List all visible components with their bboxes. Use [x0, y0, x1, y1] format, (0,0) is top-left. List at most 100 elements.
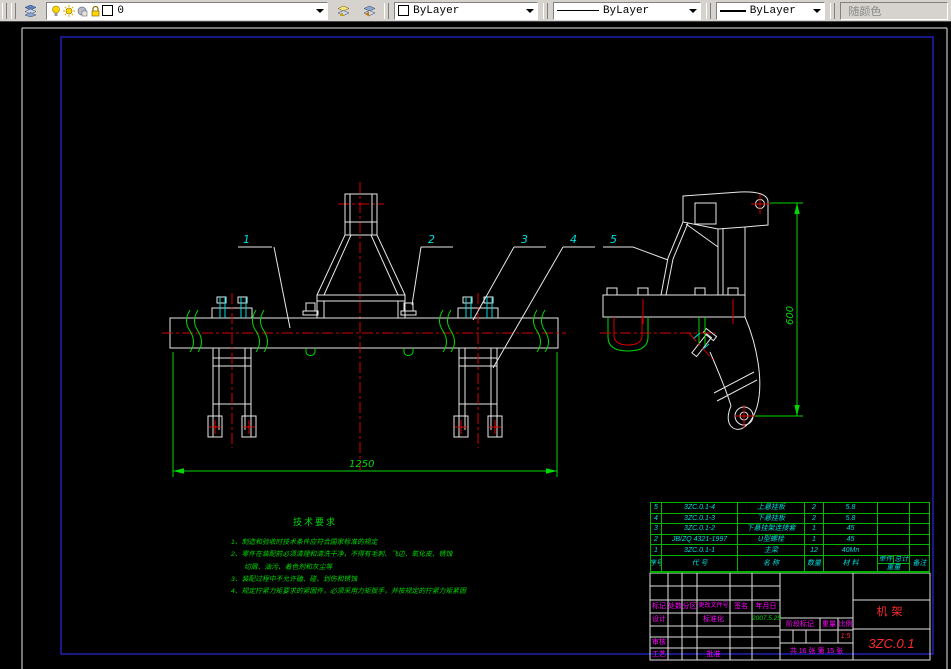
layer-previous-icon — [363, 5, 375, 17]
lineweight-combo[interactable]: ByLayer — [715, 1, 826, 20]
bom-cell: 主梁 — [738, 545, 805, 556]
bom-cell — [878, 545, 910, 556]
tb-review: 审核 — [652, 639, 666, 646]
make-object-layer-current-button[interactable] — [332, 0, 356, 21]
dropdown-arrow-icon[interactable] — [526, 8, 535, 13]
tb-scale-value: 1:5 — [840, 633, 851, 640]
linetype-value: ByLayer — [602, 4, 650, 17]
bom-cell — [910, 535, 929, 546]
color-swatch — [398, 5, 410, 16]
linetype-combo[interactable]: ByLayer — [552, 1, 701, 20]
layer-previous-button[interactable] — [357, 0, 382, 21]
color-value: ByLayer — [413, 4, 460, 17]
dropdown-arrow-icon[interactable] — [316, 8, 325, 13]
dim-length-text: 1250 — [349, 459, 374, 470]
bom-cell: 上悬挂板 — [738, 503, 805, 514]
bom-cell: 5 — [651, 503, 662, 514]
bom-cell: U型螺栓 — [738, 534, 805, 546]
bom-cell — [910, 503, 929, 514]
bom-cell: 5.8 — [824, 503, 878, 514]
bom-header-no: 序号 — [651, 555, 662, 572]
bom-cell: 1 — [651, 545, 662, 556]
layer-color-swatch — [102, 5, 114, 16]
callout-4: 4 — [570, 233, 577, 246]
bom-cell: JB/ZQ 4321-1997 — [662, 534, 738, 546]
layer-combo[interactable]: 0 — [46, 1, 329, 20]
bulb-icon — [50, 5, 62, 17]
dropdown-arrow-icon[interactable] — [813, 8, 822, 13]
side-view — [600, 191, 770, 430]
callout-3: 3 — [521, 233, 528, 246]
lineweight-sample — [719, 9, 746, 12]
tb-process: 工艺 — [652, 651, 666, 658]
tech-line: 1、制造和验收时技术条件应符合国家标准的规定 — [231, 539, 378, 547]
dimension-600: 600 — [750, 202, 803, 417]
bom-header-material: 材 料 — [824, 555, 878, 572]
bom-cell — [878, 534, 910, 546]
mast-ubolt-right — [400, 302, 417, 316]
dimension-1250: 1250 — [172, 352, 558, 477]
tb-date-col: 年月日 — [755, 603, 777, 610]
toolbar-grip[interactable] — [2, 2, 7, 19]
toolbar: 0 ByLayer ByLayer ByLayer 随颜色 — [0, 0, 951, 22]
layer-name: 0 — [117, 4, 124, 17]
callout-2: 2 — [428, 233, 435, 246]
bom-cell — [910, 545, 929, 556]
bom-cell: 3ZC.0.1-2 — [662, 524, 738, 535]
bom-cell: 2 — [805, 513, 824, 525]
plot-style-value: 随颜色 — [848, 6, 882, 19]
toolbar-grip[interactable] — [384, 2, 390, 19]
lineweight-value: ByLayer — [749, 4, 796, 17]
toolbar-grip[interactable] — [830, 2, 836, 19]
suspension-bracket-left — [207, 293, 257, 448]
bom-cell — [878, 513, 910, 525]
technical-requirements: 技术要求 1、制造和验收时技术条件应符合国家标准的规定 2、零件在装配前必须清理… — [231, 516, 471, 598]
tech-line: 2、零件在装配前必须清理和清洗干净，不得有毛刺、飞边、氧化皮、锈蚀 — [231, 551, 453, 559]
bom-cell: 3 — [651, 524, 662, 535]
bom-header-weight-single: 单件 — [878, 555, 894, 563]
bom-cell: 下悬挂架连接套 — [738, 524, 805, 535]
tb-weight: 重量 — [822, 621, 836, 628]
bom-cell: 45 — [824, 534, 878, 546]
bom-cell: 3ZC.0.1-4 — [662, 503, 738, 514]
hitch-mast — [316, 193, 406, 319]
layer-properties-button[interactable] — [18, 0, 43, 21]
bom-cell — [878, 503, 910, 514]
lock-icon — [89, 5, 101, 17]
tb-zone: 分区 — [682, 603, 697, 610]
toolbar-grip[interactable] — [705, 2, 711, 19]
bom-cell: 4 — [651, 513, 662, 525]
tech-title: 技术要求 — [293, 517, 338, 527]
bom-cell: 45 — [824, 524, 878, 535]
bom-header-weight: 单件 总计 重量 — [878, 555, 910, 572]
tb-date: 2007.5.25 — [752, 615, 781, 622]
tb-sheet-info: 共 16 张 第 15 张 — [789, 648, 844, 655]
tb-stage: 阶段标记 — [786, 621, 814, 628]
bom-header-remark: 备注 — [910, 556, 929, 572]
bom-header-weight-label: 重量 — [886, 563, 901, 571]
cad-application: { "toolbar": { "layer_name": "0", "color… — [0, 0, 951, 669]
toolbar-grip[interactable] — [543, 2, 548, 19]
toolbar-grip[interactable] — [10, 2, 16, 19]
bom-cell: 12 — [805, 545, 824, 556]
callout-1: 1 — [243, 233, 250, 246]
suspension-bracket-right — [453, 293, 503, 448]
bom-cell: 2 — [805, 503, 824, 514]
bom-cell: 1 — [805, 534, 824, 546]
bom-cell: 40Mn — [824, 545, 878, 556]
bom-cell: 1 — [805, 524, 824, 535]
bom-cell: 5.8 — [824, 513, 878, 525]
tb-mark: 标记 — [652, 603, 666, 610]
tb-scale: 比例 — [838, 621, 853, 628]
color-combo[interactable]: ByLayer — [394, 1, 539, 20]
mast-ubolt-left — [302, 302, 319, 316]
layers-icon — [24, 4, 37, 17]
bom-cell — [910, 524, 929, 535]
bom-table: 5 3ZC.0.1-4 上悬挂板 2 5.8 4 3ZC.0.1-3 下悬挂板 … — [650, 502, 930, 573]
bom-cell: 3ZC.0.1-1 — [662, 545, 738, 556]
viewport-freeze-icon — [76, 5, 88, 17]
plot-style-combo: 随颜色 — [840, 1, 949, 20]
dropdown-arrow-icon[interactable] — [688, 8, 697, 13]
bom-cell — [910, 514, 929, 525]
bom-cell: 下悬挂板 — [738, 513, 805, 525]
